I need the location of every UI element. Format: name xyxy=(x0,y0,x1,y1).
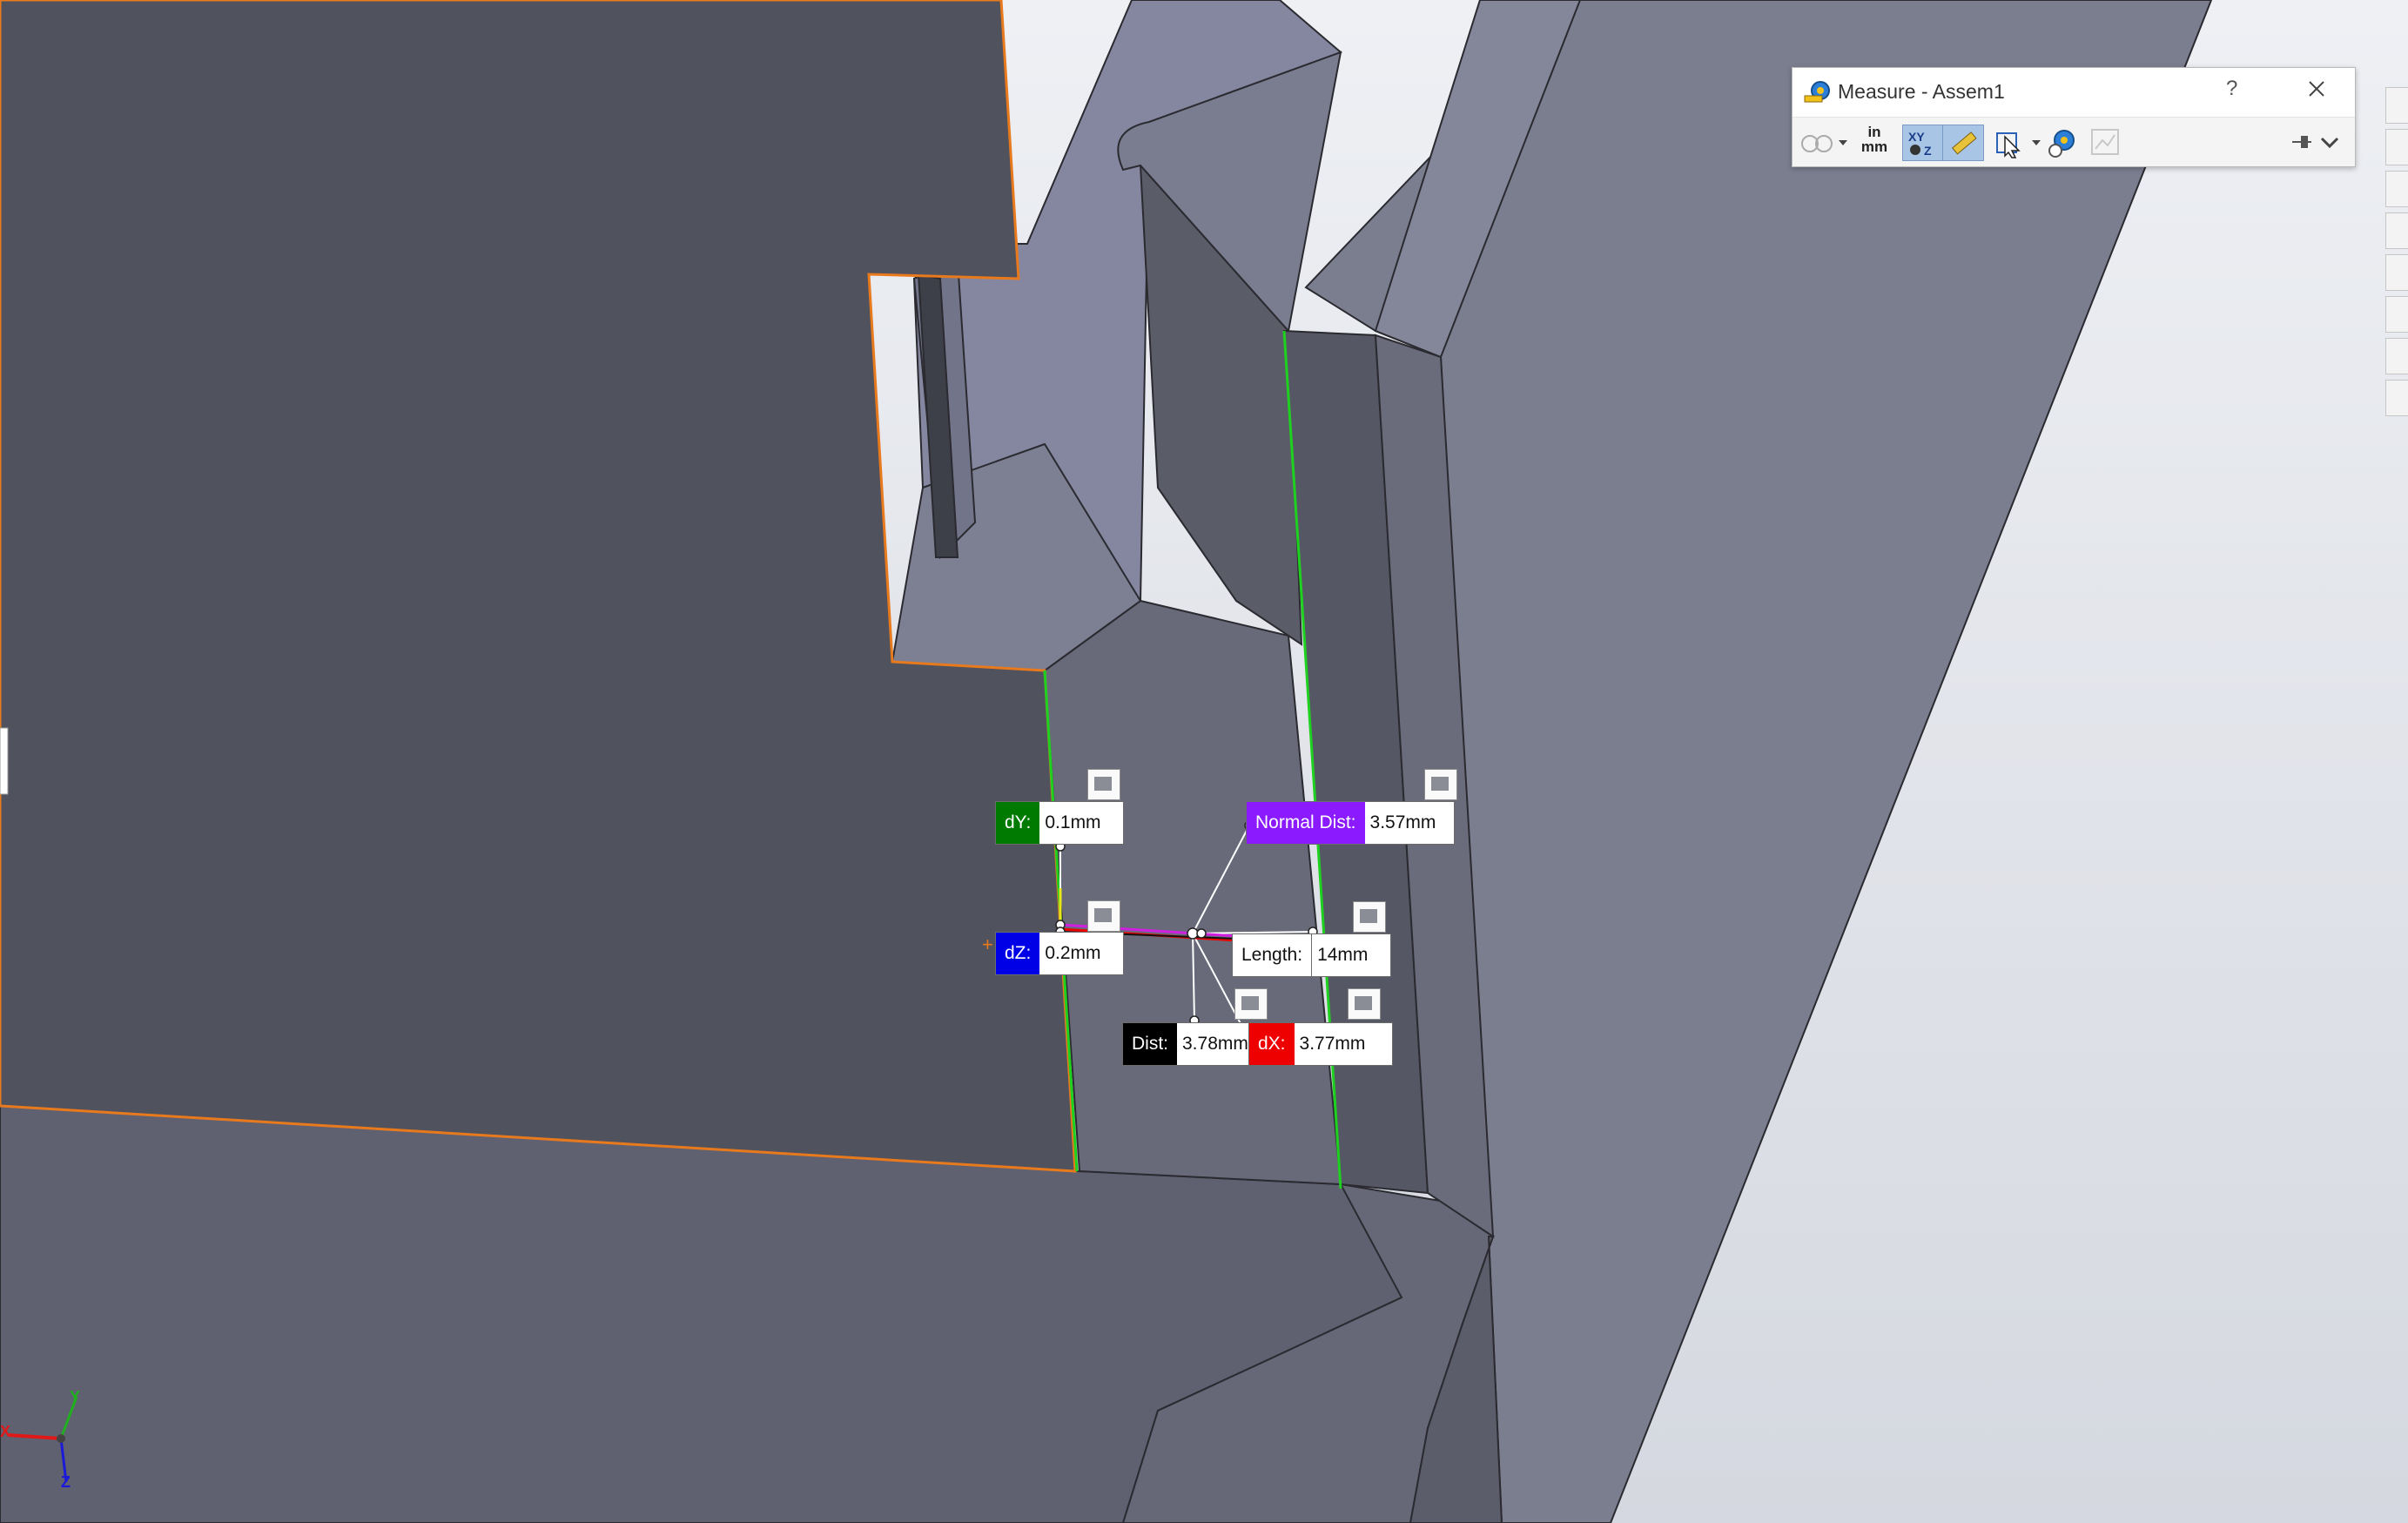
coordinate-triad xyxy=(8,1396,78,1483)
create-sensor-icon[interactable] xyxy=(2045,125,2080,159)
view-cube-icon[interactable] xyxy=(2385,171,2408,207)
triad-x-label: X xyxy=(0,1423,11,1440)
units-mm-label: mm xyxy=(1860,138,1888,155)
view-globe-icon[interactable] xyxy=(2385,87,2408,124)
dz-toggle-icon[interactable] xyxy=(1087,900,1120,932)
svg-text:Z: Z xyxy=(1924,144,1932,158)
dx-toggle-icon[interactable] xyxy=(1348,988,1381,1020)
length-value: 14mm xyxy=(1317,945,1369,965)
arc-circle-options-icon[interactable] xyxy=(1799,125,1834,159)
units-in-label: in xyxy=(1867,124,1881,140)
dy-label: dY: xyxy=(996,802,1040,844)
left-panel-tab[interactable] xyxy=(0,727,9,795)
properties-icon[interactable] xyxy=(2385,338,2408,374)
folder-icon[interactable] xyxy=(2385,212,2408,249)
dy-toggle-icon[interactable] xyxy=(1087,769,1120,800)
appearance-icon[interactable] xyxy=(2385,296,2408,333)
coordinate-system-select-icon[interactable] xyxy=(1993,125,2028,159)
pin-icon[interactable] xyxy=(2289,125,2315,159)
measure-titlebar[interactable]: Measure - Assem1 ? xyxy=(1793,68,2355,117)
normal-dist-toggle-icon[interactable] xyxy=(1424,769,1457,800)
dist-callout[interactable]: Dist: 3.78mm xyxy=(1122,1022,1253,1066)
ruler-icon xyxy=(1951,131,1977,155)
normal-dist-callout[interactable]: Normal Dist: 3.57mm xyxy=(1246,801,1455,845)
help-icon[interactable]: ? xyxy=(2226,77,2237,101)
dist-toggle-icon[interactable] xyxy=(1234,988,1268,1020)
measure-tape-icon xyxy=(1804,81,1830,103)
dx-value: 3.77mm xyxy=(1299,1034,1366,1054)
units-precision-button[interactable]: in mm xyxy=(1855,125,1893,159)
dx-callout[interactable]: dX: 3.77mm xyxy=(1248,1022,1393,1066)
triad-y-label: Y xyxy=(70,1388,81,1405)
close-icon[interactable] xyxy=(2301,73,2332,104)
home-view-icon[interactable] xyxy=(2385,129,2408,165)
measure-history-icon[interactable] xyxy=(2089,125,2123,159)
normal-dist-label: Normal Dist: xyxy=(1247,802,1365,844)
point-to-point-button[interactable] xyxy=(1942,125,1984,161)
measure-toolbar: in mm XY Z xyxy=(1793,117,2355,166)
dx-label: dX: xyxy=(1249,1023,1295,1065)
length-label: Length: xyxy=(1233,934,1313,976)
dist-value: 3.78mm xyxy=(1182,1034,1248,1054)
dz-callout[interactable]: dZ: 0.2mm xyxy=(995,932,1125,975)
measure-window-title: Measure - Assem1 xyxy=(1838,80,2005,103)
show-xyz-measurements-button[interactable]: XY Z xyxy=(1902,125,1944,161)
cad-model-scene[interactable]: + xyxy=(0,0,2408,1523)
design-library-icon[interactable] xyxy=(2385,254,2408,291)
dist-label: Dist: xyxy=(1123,1023,1177,1065)
length-callout[interactable]: Length: 14mm xyxy=(1232,933,1392,977)
forum-icon[interactable] xyxy=(2385,380,2408,416)
expand-chevron-icon[interactable] xyxy=(2317,125,2343,159)
graphics-viewport[interactable]: + Measure - Assem1 ? in mm XY Z dY: 0.1m… xyxy=(0,0,2408,1523)
triad-z-label: Z xyxy=(61,1473,71,1491)
svg-text:XY: XY xyxy=(1908,130,1925,144)
chevron-down-icon[interactable] xyxy=(2029,125,2043,159)
dy-value: 0.1mm xyxy=(1045,812,1101,832)
dz-value: 0.2mm xyxy=(1045,943,1101,963)
length-toggle-icon[interactable] xyxy=(1353,901,1386,933)
dy-callout[interactable]: dY: 0.1mm xyxy=(995,801,1125,845)
chevron-down-icon[interactable] xyxy=(1836,125,1850,159)
measure-window[interactable]: Measure - Assem1 ? in mm XY Z xyxy=(1792,67,2356,167)
xyz-icon: XY Z xyxy=(1908,130,1932,158)
normal-dist-value: 3.57mm xyxy=(1369,812,1436,832)
dz-label: dZ: xyxy=(996,933,1040,974)
origin-marker: + xyxy=(982,933,993,955)
